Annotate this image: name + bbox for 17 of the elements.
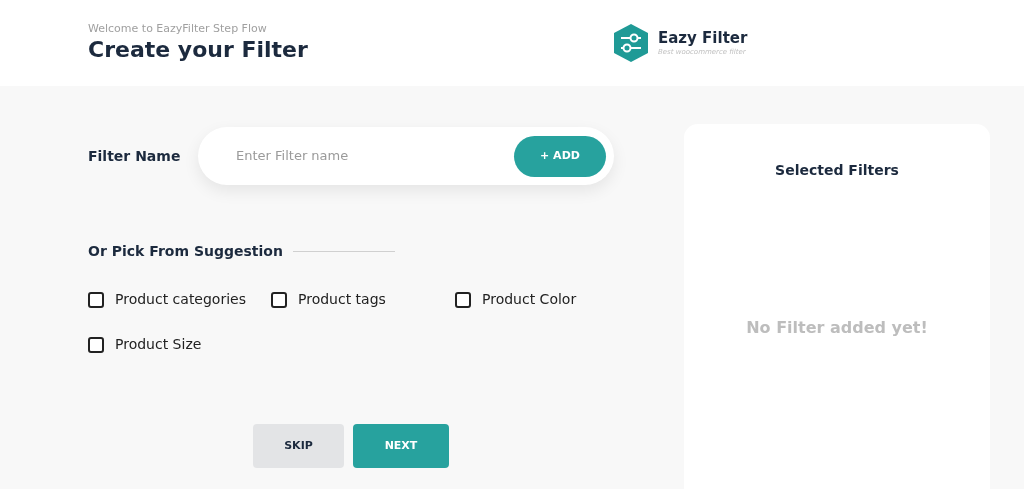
checkbox[interactable]	[271, 291, 287, 308]
checkbox[interactable]	[88, 336, 104, 353]
suggestion-checkbox[interactable]: Product tags	[271, 288, 455, 311]
panel-title: Selected Filters	[775, 161, 899, 180]
logo-name: Eazy Filter	[658, 29, 748, 48]
checkbox[interactable]	[455, 291, 471, 308]
filter-name-label: Filter Name	[88, 146, 182, 166]
empty-message: No Filter added yet!	[746, 317, 928, 339]
suggestion-checkbox[interactable]: Product categories	[88, 288, 271, 311]
page-title: Create your Filter	[88, 36, 309, 64]
suggestion-checkbox[interactable]: Product Size	[88, 333, 271, 356]
suggestion-heading: Or Pick From Suggestion	[88, 242, 283, 261]
suggestion-checkbox[interactable]: Product Color	[455, 288, 638, 311]
sliders-logo-icon	[612, 23, 650, 63]
welcome-subtitle: Welcome to EazyFilter Step Flow	[88, 22, 268, 37]
checkbox[interactable]	[88, 291, 104, 308]
skip-button[interactable]: SKIP	[253, 424, 344, 468]
